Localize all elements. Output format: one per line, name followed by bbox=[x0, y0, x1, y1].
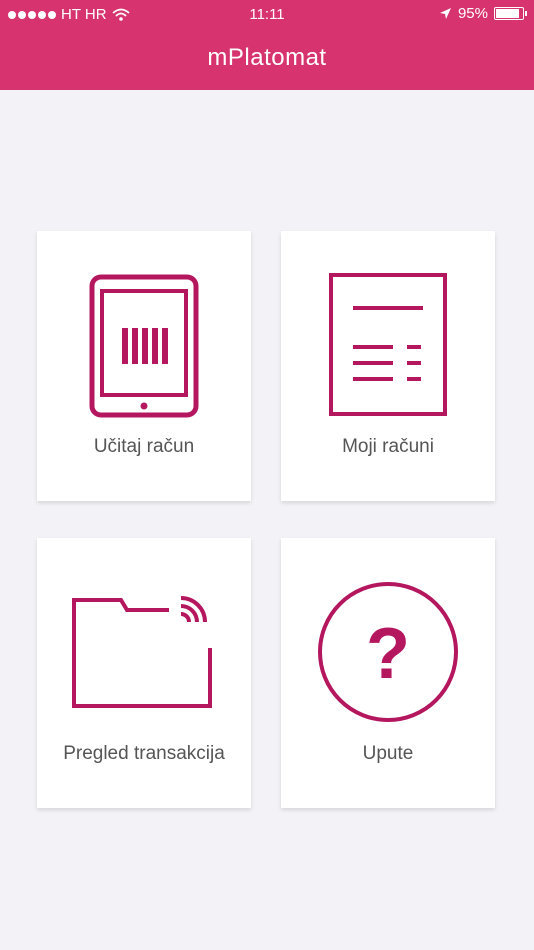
status-bar: HT HR 11:11 95% bbox=[0, 0, 534, 30]
battery-percent: 95% bbox=[457, 5, 488, 22]
folder-wireless-icon bbox=[72, 596, 212, 708]
question-circle-icon: ? bbox=[318, 582, 458, 722]
app-header: HT HR 11:11 95% mPlatomat bbox=[0, 0, 534, 90]
tile-label: Moji računi bbox=[342, 436, 434, 457]
tile-label: Učitaj račun bbox=[93, 436, 195, 457]
svg-text:?: ? bbox=[366, 614, 410, 694]
status-right: 95% bbox=[439, 5, 527, 22]
tile-label: Upute bbox=[362, 743, 414, 764]
battery-icon bbox=[494, 7, 527, 20]
scan-bill-tile[interactable]: Učitaj račun bbox=[37, 231, 251, 501]
document-list-icon bbox=[329, 273, 447, 416]
help-tile[interactable]: ? Upute bbox=[281, 538, 495, 808]
transaction-overview-tile[interactable]: Pregled transakcija bbox=[37, 538, 251, 808]
my-bills-tile[interactable]: Moji računi bbox=[281, 231, 495, 501]
location-arrow-icon bbox=[439, 8, 451, 19]
tablet-barcode-icon bbox=[89, 274, 199, 418]
app-title: mPlatomat bbox=[207, 44, 327, 71]
battery-fill bbox=[496, 9, 519, 18]
tile-label: Pregled transakcija bbox=[63, 743, 225, 764]
